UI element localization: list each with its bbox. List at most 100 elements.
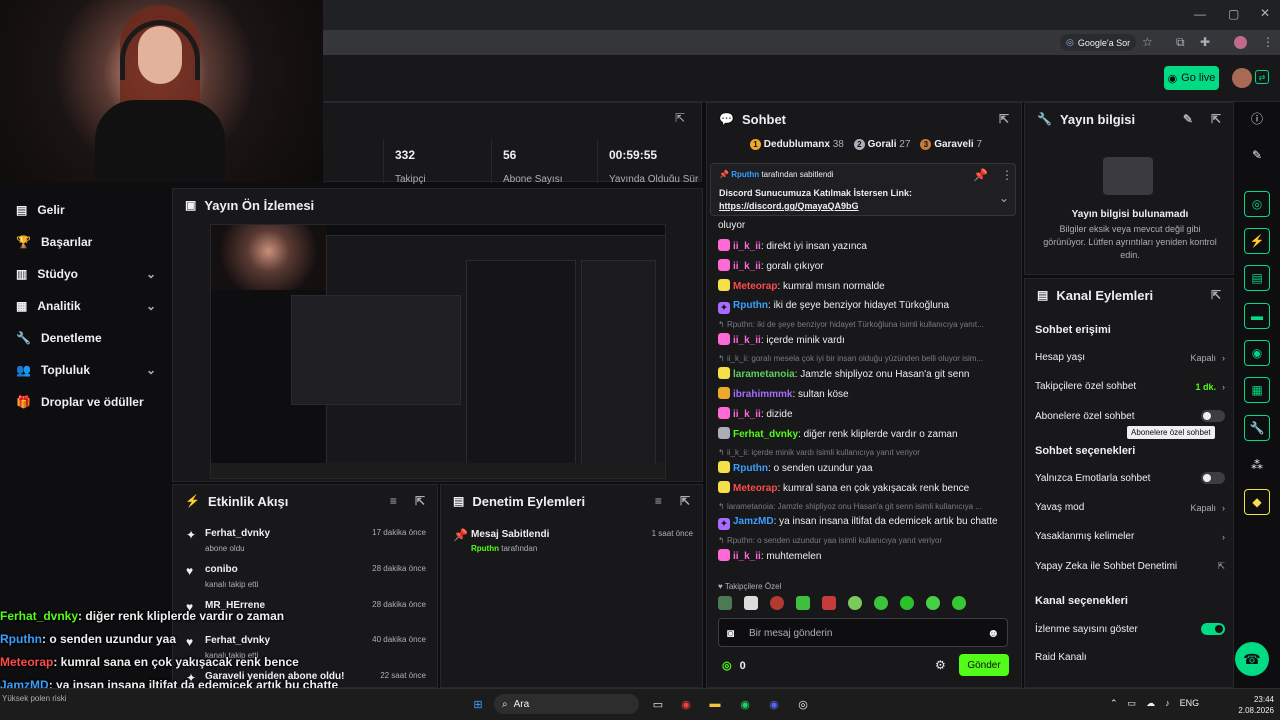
go-live-button[interactable]: ◉ Go live <box>1164 66 1219 90</box>
chat-message[interactable]: ii_k_ii: muhtemelen <box>718 549 821 563</box>
document-icon[interactable]: ▤ <box>1244 265 1270 291</box>
pencil-icon[interactable]: ✎ <box>1244 142 1270 168</box>
sidebar-item-gift[interactable]: 🎁 Droplar ve ödüller <box>0 386 172 418</box>
emote[interactable] <box>848 596 862 610</box>
pinned-message[interactable]: 📌 Rputhn tarafından sabitlendi 📌 ⋮ Disco… <box>710 163 1016 216</box>
help-fab[interactable]: ☎ <box>1235 642 1269 676</box>
puzzle-icon[interactable]: ✚ <box>1200 36 1210 48</box>
subs-only-toggle[interactable] <box>1201 410 1225 422</box>
dots-icon[interactable]: ⁂ <box>1244 452 1270 478</box>
stream-preview-video[interactable] <box>210 224 666 479</box>
chat-message[interactable]: ii_k_ii: goralı çıkıyor <box>718 259 824 273</box>
google-sor-button[interactable]: ◎ Google'a Sor <box>1060 34 1137 51</box>
sidebar-item-people[interactable]: 👥 Topluluk ⌄ <box>0 354 172 386</box>
sidebar-item-chart[interactable]: ▦ Analitik ⌄ <box>0 290 172 322</box>
show-viewers-toggle[interactable] <box>1201 623 1225 635</box>
more-vert-icon[interactable]: ⋮ <box>1262 36 1274 48</box>
chat-bubble-icon[interactable]: ▬ <box>1244 303 1270 329</box>
popout-icon[interactable]: ⇱ <box>680 495 690 507</box>
chat-message[interactable]: ibrahimmmk: sultan köse <box>718 387 849 401</box>
chevron-down-icon[interactable]: ⌄ <box>146 267 156 281</box>
broadcast-icon[interactable]: ◉ <box>1244 340 1270 366</box>
chat-message[interactable]: Meteorap: kumral mısın normalde <box>718 279 885 293</box>
ai-mod-row[interactable]: Yapay Zeka ile Sohbet Denetimi ⇱ <box>1035 561 1225 572</box>
banned-words-row[interactable]: Yasaklanmış kelimeler › <box>1035 531 1225 542</box>
popout-icon[interactable]: ⇱ <box>415 495 425 507</box>
emote[interactable] <box>796 596 810 610</box>
top-chatter[interactable]: 3 Garaveli 7 <box>920 139 982 150</box>
maximize-icon[interactable]: ▢ <box>1228 8 1239 20</box>
account-age-row[interactable]: Hesap yaşı Kapalı › <box>1035 352 1225 363</box>
emoji-icon[interactable]: ☻ <box>987 627 1000 639</box>
popout-icon[interactable]: ⇱ <box>1211 289 1221 301</box>
sidebar-item-trophy[interactable]: 🏆 Başarılar <box>0 226 172 258</box>
popout-icon[interactable]: ⇱ <box>675 112 685 124</box>
emote[interactable] <box>718 596 732 610</box>
diamond-icon[interactable]: ◆ <box>1244 489 1270 515</box>
chat-message[interactable]: ii_k_ii: direkt iyi insan yazınca <box>718 239 867 253</box>
emote[interactable] <box>822 596 836 610</box>
more-icon[interactable]: ⋮ <box>1001 169 1013 181</box>
top-chatter[interactable]: 2 Gorali 27 <box>853 139 910 150</box>
chat-message[interactable]: larametanoia: Jamzle shipliyoz onu Hasan… <box>718 367 970 381</box>
windows-start-icon[interactable]: ⊞ <box>468 695 488 713</box>
emote[interactable] <box>926 596 940 610</box>
top-chatter[interactable]: 1 Dedublumanx 38 <box>750 139 844 150</box>
filter-icon[interactable]: ≡ <box>390 495 397 507</box>
sidebar-item-wrench[interactable]: 🔧 Denetleme <box>0 322 172 354</box>
channel-points[interactable]: ◎ 0 <box>722 659 746 673</box>
popout-icon[interactable]: ⇱ <box>999 113 1009 125</box>
chat-message[interactable]: Meteorap: kumral sana en çok yakışacak r… <box>718 481 969 495</box>
emotes-only-toggle[interactable] <box>1201 472 1225 484</box>
system-tray[interactable]: ⌃ ▭ ☁ ♪ ENG <box>1110 698 1199 709</box>
switch-icon[interactable]: ⇄ <box>1255 70 1269 84</box>
send-button[interactable]: Gönder <box>959 654 1009 676</box>
subs-only-row[interactable]: Abonelere özel sohbet <box>1035 410 1225 422</box>
emote[interactable] <box>952 596 966 610</box>
emote[interactable] <box>874 596 888 610</box>
show-viewers-row[interactable]: İzlenme sayısını göster <box>1035 623 1225 635</box>
emote[interactable] <box>900 596 914 610</box>
chrome-icon[interactable]: ◉ <box>676 695 696 713</box>
raid-row[interactable]: Raid Kanalı <box>1035 652 1225 663</box>
edit-icon[interactable]: ✎ <box>1183 113 1193 125</box>
filter-icon[interactable]: ≡ <box>655 495 662 507</box>
followers-only-row[interactable]: Takipçilere özel sohbet 1 dk. › <box>1035 381 1225 392</box>
chat-input[interactable]: ◙ Bir mesaj gönderin ☻ <box>718 618 1008 647</box>
info-icon[interactable]: ⓘ <box>1244 105 1270 131</box>
taskbar-search[interactable]: ⌕ Ara <box>494 694 639 714</box>
chevron-down-icon[interactable]: ⌄ <box>999 192 1009 204</box>
sidebar-item-studio[interactable]: ▥ Stüdyo ⌄ <box>0 258 172 290</box>
wrench-icon[interactable]: 🔧 <box>1244 415 1270 441</box>
chat-message[interactable]: ✦ Rputhn: iki de şeye benziyor hidayet Tü… <box>718 299 949 314</box>
popout-icon[interactable]: ⇱ <box>1211 113 1221 125</box>
settings-gear-icon[interactable]: ⚙ <box>935 659 946 671</box>
unpin-icon[interactable]: 📌 <box>973 169 988 181</box>
close-icon[interactable]: ✕ <box>1260 7 1270 19</box>
spotify-icon[interactable]: ◉ <box>735 695 755 713</box>
weather-widget[interactable]: Yüksek polen riski <box>2 694 66 703</box>
discord-icon[interactable]: ◉ <box>764 695 784 713</box>
profile-avatar[interactable] <box>1234 36 1247 49</box>
target-icon[interactable]: ◎ <box>1244 191 1270 217</box>
chevron-down-icon[interactable]: ⌄ <box>146 363 156 377</box>
emote[interactable] <box>770 596 784 610</box>
task-view-icon[interactable]: ▭ <box>648 695 668 713</box>
chevron-down-icon[interactable]: ⌄ <box>146 299 156 313</box>
folder-icon[interactable]: ▬ <box>705 695 725 713</box>
extensions-icon[interactable]: ⧉ <box>1176 36 1185 48</box>
layout-icon[interactable]: ▦ <box>1244 377 1270 403</box>
minimize-icon[interactable]: — <box>1194 8 1206 20</box>
lightning-icon[interactable]: ⚡ <box>1244 228 1270 254</box>
user-avatar[interactable] <box>1232 68 1252 88</box>
chat-message[interactable]: ii_k_ii: içerde minik vardı <box>718 333 845 347</box>
slow-mode-row[interactable]: Yavaş mod Kapalı › <box>1035 502 1225 513</box>
sidebar-item-dollar[interactable]: ▤ Gelir <box>0 194 172 226</box>
chat-message[interactable]: Ferhat_dvnky: diğer renk kliplerde vardı… <box>718 427 958 441</box>
discord-link[interactable]: https://discord.gg/QmayaQA9bG <box>719 201 859 211</box>
chat-message[interactable]: ✦ JamzMD: ya insan insana iltifat da edem… <box>718 515 998 530</box>
app-icon[interactable]: ◎ <box>793 695 813 713</box>
emote[interactable] <box>744 596 758 610</box>
chat-message[interactable]: Rputhn: o senden uzundur yaa <box>718 461 873 475</box>
emotes-only-row[interactable]: Yalnızca Emotlarla sohbet <box>1035 472 1225 484</box>
